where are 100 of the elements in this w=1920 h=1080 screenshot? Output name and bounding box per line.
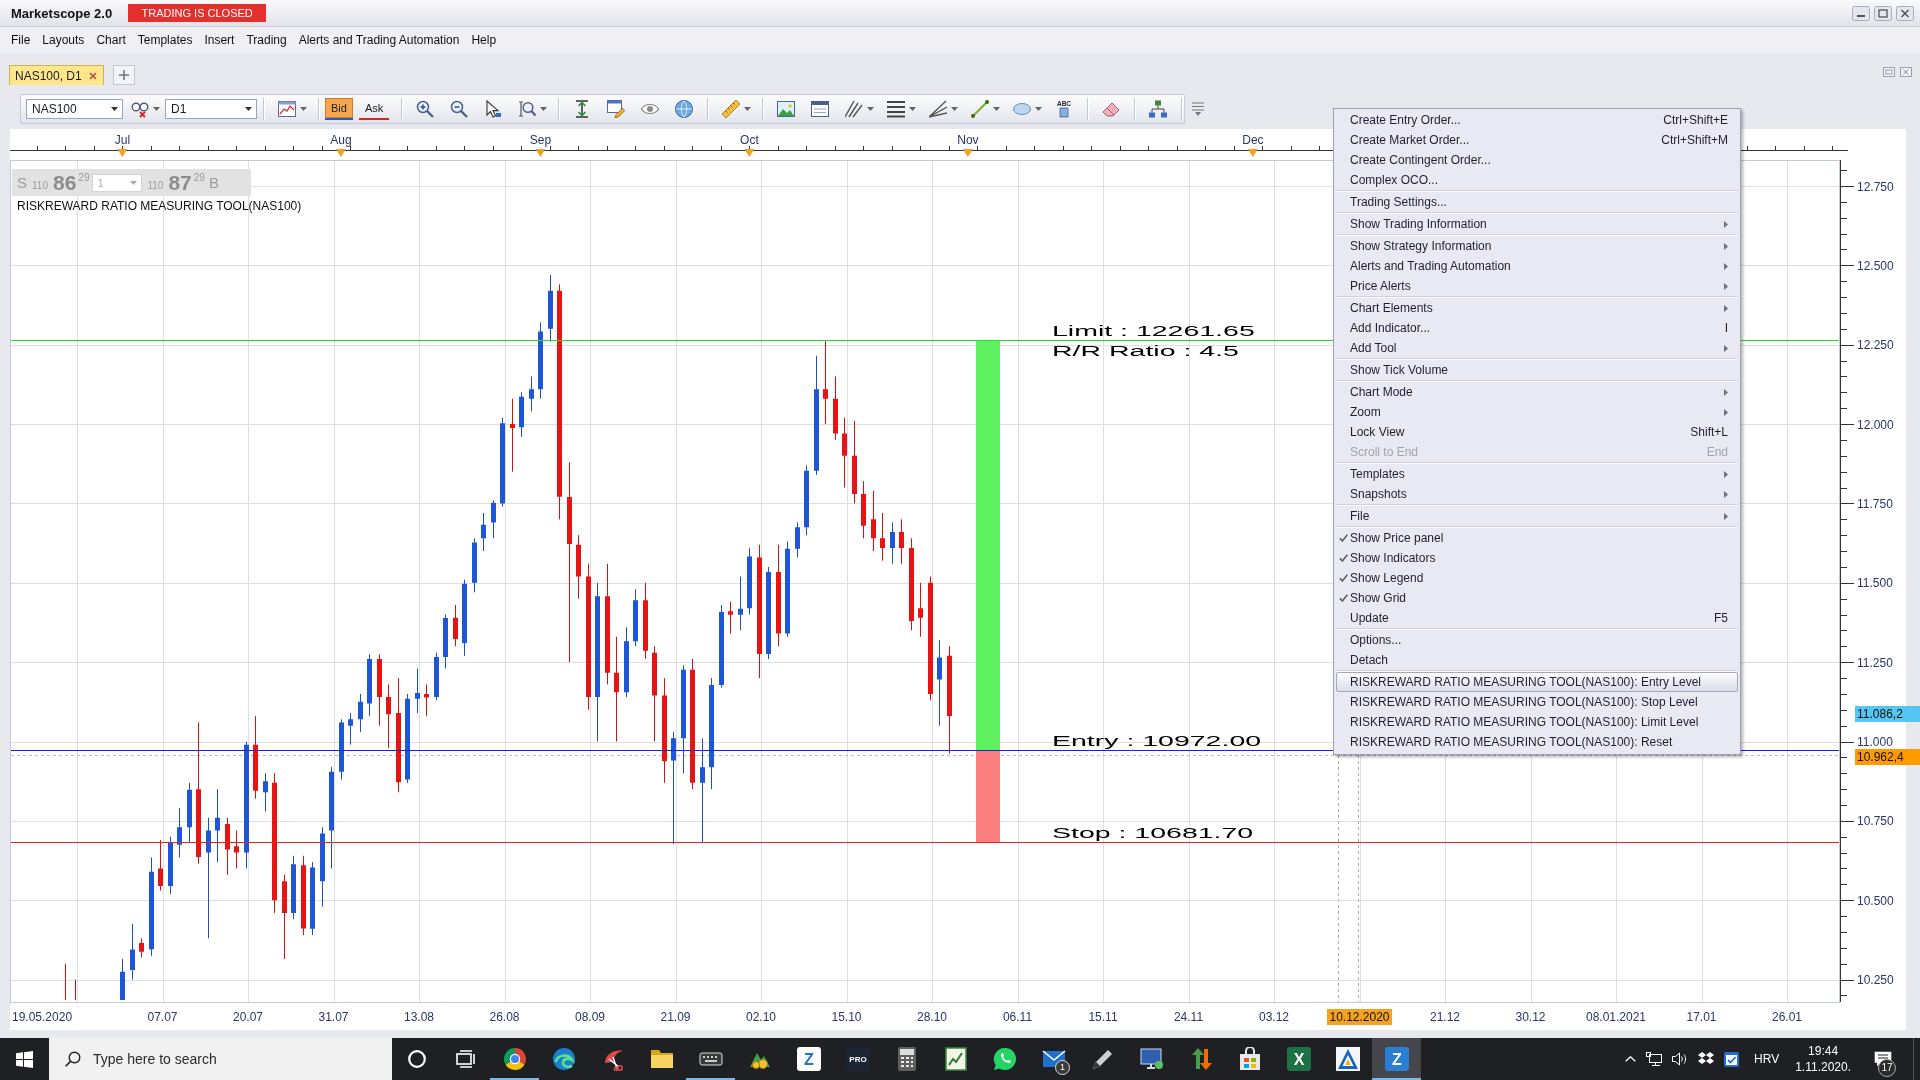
context-menu-item[interactable]: Add Tool	[1336, 338, 1738, 358]
fork-lines-icon[interactable]	[845, 100, 864, 118]
menubar-item[interactable]: File	[5, 33, 37, 47]
context-menu-item[interactable]: Show Legend	[1336, 568, 1738, 588]
close-icon[interactable]	[88, 71, 97, 80]
context-menu-item[interactable]: RISKREWARD RATIO MEASURING TOOL(NAS100): Stop Level	[1336, 692, 1738, 712]
chart-tab[interactable]: NAS100, D1	[9, 65, 104, 85]
context-menu-item[interactable]: Create Entry Order... Ctrl+Shift+E	[1336, 110, 1738, 130]
eraser-icon[interactable]	[1102, 100, 1121, 118]
glasses-icon[interactable]	[131, 100, 149, 118]
context-menu-item[interactable]: Show Tick Volume	[1336, 360, 1738, 380]
context-menu-item[interactable]: Update F5	[1336, 608, 1738, 628]
search-field[interactable]: Type here to search	[49, 1038, 392, 1080]
horizontal-lines-icon[interactable]	[887, 100, 906, 118]
window-pencil-icon[interactable]	[607, 100, 626, 118]
caret-icon[interactable]	[111, 107, 118, 111]
shortcut-text: I	[1724, 321, 1728, 335]
context-menu-item[interactable]: Lock View Shift+L	[1336, 422, 1738, 442]
clock-date[interactable]: 1.11.2020.	[1795, 1059, 1851, 1075]
context-menu-item[interactable]: RISKREWARD RATIO MEASURING TOOL(NAS100): Reset	[1336, 732, 1738, 752]
symbol-dropdown[interactable]: NAS100	[26, 99, 123, 119]
price-type-button[interactable]: Bid	[325, 98, 353, 120]
price-axis-label: 11.250	[1857, 655, 1893, 670]
ruler-icon[interactable]	[722, 100, 741, 118]
month-marker-icon	[744, 149, 755, 157]
new-tab-button[interactable]	[112, 65, 135, 85]
network-icon[interactable]	[1646, 1052, 1663, 1066]
windows-logo-icon[interactable]	[16, 1050, 33, 1068]
timeframe-dropdown[interactable]: D1	[165, 99, 257, 119]
context-menu-item[interactable]: File	[1336, 506, 1738, 526]
context-menu-item[interactable]: Create Contingent Order...	[1336, 150, 1738, 170]
check-square-icon[interactable]	[1724, 1051, 1740, 1067]
submenu-arrow-icon	[1724, 242, 1728, 250]
context-menu-item[interactable]: Templates	[1336, 464, 1738, 484]
close-icon[interactable]	[1896, 5, 1914, 21]
magnifier-icon[interactable]	[518, 100, 537, 118]
price-type-button[interactable]: Ask	[358, 98, 390, 120]
menubar-item[interactable]: Alerts and Trading Automation	[292, 33, 466, 47]
context-menu-item[interactable]: Create Market Order... Ctrl+Shift+M	[1336, 130, 1738, 150]
context-menu-item[interactable]: Trading Settings...	[1336, 192, 1738, 212]
taskbar-app-button[interactable]: 1	[1029, 1038, 1078, 1080]
clock-time[interactable]: 19:44	[1808, 1043, 1839, 1059]
menubar-item[interactable]: Templates	[131, 33, 199, 47]
context-menu-item[interactable]: Alerts and Trading Automation	[1336, 256, 1738, 276]
context-menu-item[interactable]: Complex OCO...	[1336, 170, 1738, 190]
line-chart-icon[interactable]	[278, 100, 296, 118]
context-menu-item[interactable]: Chart Elements	[1336, 298, 1738, 318]
picture-icon[interactable]	[777, 100, 796, 118]
month-marker-icon	[335, 149, 346, 157]
menubar-item[interactable]: Layouts	[36, 33, 91, 47]
taskbar-app-button[interactable]: Z	[1372, 1038, 1421, 1080]
shortcut-text: End	[1706, 445, 1728, 459]
globe-icon[interactable]	[675, 100, 694, 118]
context-menu-item[interactable]: Show Trading Information	[1336, 214, 1738, 234]
notification-count-badge: 17	[1878, 1059, 1896, 1077]
menubar-item[interactable]: Chart	[90, 33, 132, 47]
ellipse-icon[interactable]	[1013, 100, 1032, 118]
zoom-in-icon[interactable]	[416, 100, 435, 118]
diagonal-line-icon[interactable]	[971, 100, 990, 118]
four-diamonds-icon[interactable]	[1698, 1052, 1715, 1066]
hierarchy-icon[interactable]	[1149, 100, 1168, 118]
submenu-arrow-icon	[1724, 262, 1728, 270]
caret-icon[interactable]	[245, 107, 252, 111]
context-menu-item[interactable]: Price Alerts	[1336, 276, 1738, 296]
language-indicator[interactable]: HRV	[1754, 1052, 1780, 1066]
context-menu-item[interactable]: Show Grid	[1336, 588, 1738, 608]
context-menu-item[interactable]: Detach	[1336, 650, 1738, 670]
date-axis-label: 02.10	[745, 1009, 777, 1025]
context-menu-item[interactable]: Snapshots	[1336, 484, 1738, 504]
taskbar-app-button[interactable]: Z	[784, 1038, 833, 1080]
fan-lines-icon[interactable]	[929, 100, 948, 118]
context-menu-item[interactable]: Show Price panel	[1336, 528, 1738, 548]
shopping-bag-icon	[1237, 1047, 1262, 1071]
context-menu-item[interactable]: Show Indicators	[1336, 548, 1738, 568]
shortcut-text: Ctrl+Shift+E	[1663, 113, 1728, 127]
cursor-icon[interactable]	[484, 100, 503, 118]
context-menu-item[interactable]: Options...	[1336, 630, 1738, 650]
speaker-icon[interactable]	[1672, 1052, 1689, 1066]
zoom-out-icon[interactable]	[450, 100, 469, 118]
price-axis-label: 11.000	[1857, 735, 1893, 749]
chevron-up-icon[interactable]	[1625, 1056, 1637, 1062]
context-menu-item[interactable]: Zoom	[1336, 402, 1738, 422]
menubar-item[interactable]: Insert	[198, 33, 241, 47]
entry-label: Entry : 10972.00	[1052, 732, 1262, 750]
window-icon[interactable]	[811, 100, 830, 118]
submenu-arrow-icon	[1724, 220, 1728, 228]
close-icon[interactable]	[1900, 67, 1912, 77]
taskbar-app-button[interactable]: PRO	[833, 1038, 882, 1080]
menubar-item[interactable]: Help	[465, 33, 503, 47]
segmented-circle-icon	[502, 1047, 527, 1071]
minimize-icon[interactable]	[1852, 5, 1870, 21]
context-menu-item[interactable]: RISKREWARD RATIO MEASURING TOOL(NAS100): Entry Level	[1336, 672, 1738, 692]
context-menu-item[interactable]: Chart Mode	[1336, 382, 1738, 402]
context-menu-item[interactable]: Add Indicator... I	[1336, 318, 1738, 338]
overflow-icon[interactable]	[1192, 102, 1205, 116]
taskbar-app-button[interactable]: X	[1274, 1038, 1323, 1080]
context-menu-item[interactable]: Show Strategy Information	[1336, 236, 1738, 256]
restore-icon[interactable]	[1874, 5, 1892, 21]
context-menu-item[interactable]: RISKREWARD RATIO MEASURING TOOL(NAS100): Limit Level	[1336, 712, 1738, 732]
menubar-item[interactable]: Trading	[240, 33, 293, 47]
